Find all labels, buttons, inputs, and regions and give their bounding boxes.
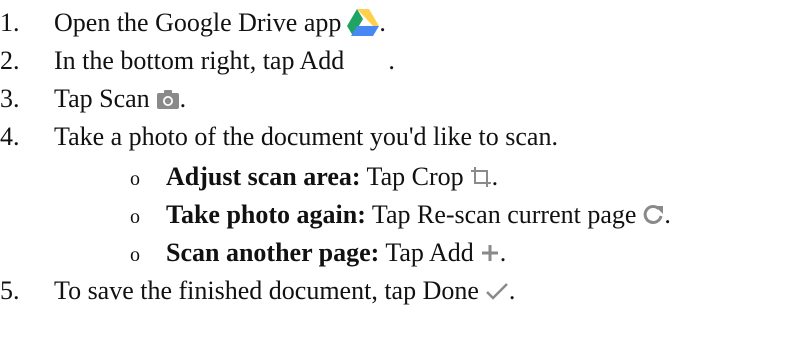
step-number: 4. xyxy=(0,122,20,151)
substep-take-photo-again: o Take photo again: Tap Re-scan current … xyxy=(0,196,671,234)
substep-suffix: . xyxy=(499,238,507,267)
substep-heading: Scan another page: xyxy=(166,238,380,267)
step-4: 4. Take a photo of the document you'd li… xyxy=(0,118,558,156)
substep-suffix: . xyxy=(664,200,671,229)
bullet-marker: o xyxy=(130,205,140,228)
instruction-list: 1. Open the Google Drive app . 2. In the… xyxy=(0,0,793,347)
substep-suffix: . xyxy=(491,162,499,191)
step-suffix: . xyxy=(379,8,386,37)
step-1: 1. Open the Google Drive app . xyxy=(0,4,386,42)
step-number: 1. xyxy=(0,8,20,37)
step-5: 5. To save the finished document, tap Do… xyxy=(0,272,515,310)
step-3: 3. Tap Scan . xyxy=(0,80,186,118)
plus-icon xyxy=(480,243,500,263)
step-suffix: . xyxy=(179,84,187,113)
substep-text: Tap Add xyxy=(385,238,474,267)
step-2: 2. In the bottom right, tap Add . xyxy=(0,42,395,80)
crop-icon xyxy=(470,166,492,188)
step-number: 5. xyxy=(0,276,20,305)
step-suffix: . xyxy=(388,46,395,75)
step-text: In the bottom right, tap Add xyxy=(54,46,345,75)
step-suffix: . xyxy=(508,276,516,305)
bullet-marker: o xyxy=(130,243,140,266)
checkmark-icon xyxy=(485,281,509,301)
bullet-marker: o xyxy=(130,167,140,190)
step-number: 2. xyxy=(0,46,20,75)
substep-scan-another-page: o Scan another page: Tap Add . xyxy=(0,234,506,272)
substep-heading: Adjust scan area: xyxy=(166,162,361,191)
substep-text: Tap Re-scan current page xyxy=(371,200,637,229)
refresh-icon xyxy=(642,204,664,226)
substep-text: Tap Crop xyxy=(366,162,464,191)
step-text: Open the Google Drive app xyxy=(54,8,342,37)
step-text: Tap Scan xyxy=(54,84,150,113)
step-number: 3. xyxy=(0,84,20,113)
step-text: Take a photo of the document you'd like … xyxy=(54,122,558,151)
step-text: To save the finished document, tap Done xyxy=(54,276,479,305)
google-drive-icon xyxy=(347,9,380,37)
substep-adjust-scan-area: o Adjust scan area: Tap Crop . xyxy=(0,158,498,196)
substep-heading: Take photo again: xyxy=(166,200,366,229)
camera-icon xyxy=(156,88,180,110)
